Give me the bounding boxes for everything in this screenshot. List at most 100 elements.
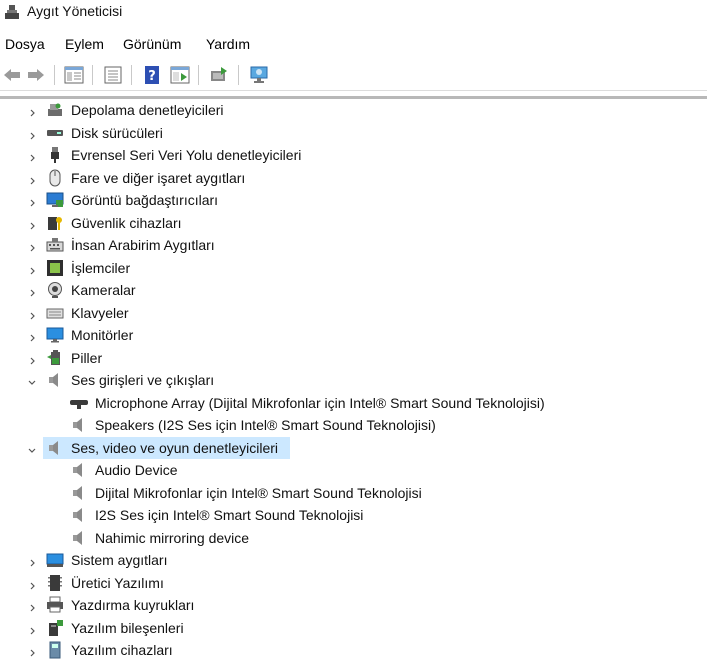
tree-item-label: Kameralar xyxy=(71,282,136,298)
speaker-icon xyxy=(46,371,64,389)
chevron-right-icon[interactable] xyxy=(28,285,38,297)
camera-icon xyxy=(46,281,64,299)
tree-item-cameras[interactable]: Kameralar xyxy=(0,279,707,301)
menu-help[interactable]: Yardım xyxy=(205,36,251,52)
chevron-right-icon[interactable] xyxy=(28,353,38,364)
tree-item-label: Sistem aygıtları xyxy=(71,552,168,568)
tree-item-label: Yazılım cihazları xyxy=(71,642,173,658)
tree-item-mice[interactable]: Fare ve diğer işaret aygıtları xyxy=(0,167,707,189)
speaker-icon xyxy=(70,529,88,547)
tree-item-label: Üretici Yazılımı xyxy=(71,574,164,591)
tree-item-processors[interactable]: İşlemciler xyxy=(0,257,707,279)
toolbar-separator xyxy=(131,65,132,85)
chevron-right-icon[interactable] xyxy=(28,218,38,229)
tree-item-display-adapters[interactable]: Görüntü bağdaştırıcıları xyxy=(0,189,707,211)
tree-item-firmware[interactable]: Üretici Yazılımı xyxy=(0,572,707,594)
speaker-icon xyxy=(70,461,88,479)
list-view-icon[interactable] xyxy=(101,63,125,87)
back-icon[interactable] xyxy=(0,63,24,87)
svg-text:?: ? xyxy=(148,69,156,84)
tree-item-print-queues[interactable]: Yazdırma kuyrukları xyxy=(0,594,707,616)
tree-item-label: Speakers (I2S Ses için Intel® Smart Soun… xyxy=(95,417,436,433)
tree-item-label: Fare ve diğer işaret aygıtları xyxy=(71,169,246,186)
battery-icon xyxy=(46,349,64,367)
mouse-icon xyxy=(46,169,64,187)
speaker-icon xyxy=(46,439,64,457)
storage-controller-icon xyxy=(46,101,64,119)
scan-hardware-icon[interactable] xyxy=(247,63,271,87)
toolbar-separator xyxy=(54,65,55,85)
tree-item-label: Audio Device xyxy=(95,462,178,478)
tree-item-label: Microphone Array (Dijital Mikrofonlar iç… xyxy=(95,394,545,411)
chevron-right-icon[interactable] xyxy=(28,330,38,342)
chevron-right-icon[interactable] xyxy=(28,578,38,589)
chevron-right-icon[interactable] xyxy=(28,623,38,634)
chevron-right-icon[interactable] xyxy=(28,195,38,207)
tree-item-batteries[interactable]: Piller xyxy=(0,347,707,369)
device-manager-icon xyxy=(4,4,20,20)
tree-item-label: İşlemciler xyxy=(71,259,131,276)
tree-item-label: Güvenlik cihazları xyxy=(71,214,182,231)
tree-item-keyboards[interactable]: Klavyeler xyxy=(0,302,707,324)
chevron-down-icon[interactable] xyxy=(27,375,37,385)
keyboard-icon xyxy=(46,304,64,322)
tree-item-hid[interactable]: İnsan Arabirim Aygıtları xyxy=(0,234,707,256)
tree-item-sound-video-game-controllers[interactable]: Ses, video ve oyun denetleyicileri xyxy=(0,436,707,459)
tree-item-label: Disk sürücüleri xyxy=(71,124,163,141)
show-hidden-icon[interactable] xyxy=(168,63,192,87)
system-device-icon xyxy=(46,551,64,569)
tree-item-speakers[interactable]: Speakers (I2S Ses için Intel® Smart Soun… xyxy=(0,414,707,436)
tree-item-digital-microphones[interactable]: Dijital Mikrofonlar için Intel® Smart So… xyxy=(0,482,707,504)
menu-file[interactable]: Dosya xyxy=(4,36,46,52)
hid-icon xyxy=(46,236,64,254)
tree-item-monitors[interactable]: Monitörler xyxy=(0,324,707,346)
tree-item-software-components[interactable]: Yazılım bileşenleri xyxy=(0,617,707,639)
help-icon[interactable]: ? xyxy=(140,63,164,87)
tree-item-audio-device[interactable]: Audio Device xyxy=(0,459,707,481)
software-device-icon xyxy=(46,641,64,659)
tree-item-security-devices[interactable]: Güvenlik cihazları xyxy=(0,212,707,234)
tree-item-label: Evrensel Seri Veri Yolu denetleyicileri xyxy=(71,147,302,163)
chevron-right-icon[interactable] xyxy=(28,555,38,567)
tree-item-storage-controllers[interactable]: Depolama denetleyicileri xyxy=(0,99,707,121)
chevron-right-icon[interactable] xyxy=(28,645,38,657)
tree-item-label: I2S Ses için Intel® Smart Sound Teknoloj… xyxy=(95,507,364,523)
toolbar: ? xyxy=(0,60,707,91)
properties-pane-icon[interactable] xyxy=(62,63,86,87)
toolbar-separator xyxy=(198,65,199,85)
tree-item-disk-drives[interactable]: Disk sürücüleri xyxy=(0,122,707,144)
menu-action[interactable]: Eylem xyxy=(64,36,105,52)
tree-item-label: Dijital Mikrofonlar için Intel® Smart So… xyxy=(95,484,422,501)
tree-item-label: Piller xyxy=(71,349,103,366)
chevron-right-icon[interactable] xyxy=(28,308,38,319)
speaker-icon xyxy=(70,484,88,502)
tree-item-microphone-array[interactable]: Microphone Array (Dijital Mikrofonlar iç… xyxy=(0,392,707,414)
menu-view[interactable]: Görünüm xyxy=(122,36,182,52)
firmware-icon xyxy=(46,574,64,592)
tree-item-system-devices[interactable]: Sistem aygıtları xyxy=(0,549,707,571)
tree-item-label: Yazdırma kuyrukları xyxy=(71,597,195,613)
tree-item-label: Görüntü bağdaştırıcıları xyxy=(71,192,219,208)
processor-icon xyxy=(46,259,64,277)
speaker-icon xyxy=(70,506,88,524)
printer-icon xyxy=(46,596,64,614)
chevron-right-icon[interactable] xyxy=(28,150,38,162)
chevron-right-icon[interactable] xyxy=(28,263,38,274)
tree-item-nahimic-mirroring[interactable]: Nahimic mirroring device xyxy=(0,527,707,549)
tree-item-label: Yazılım bileşenleri xyxy=(71,619,184,636)
tree-item-i2s-audio[interactable]: I2S Ses için Intel® Smart Sound Teknoloj… xyxy=(0,504,707,526)
microphone-array-icon xyxy=(70,394,88,412)
chevron-down-icon[interactable] xyxy=(27,443,37,453)
monitor-icon xyxy=(46,326,64,344)
tree-item-audio-inputs-outputs[interactable]: Ses girişleri ve çıkışları xyxy=(0,369,707,391)
tree-item-usb-controllers[interactable]: Evrensel Seri Veri Yolu denetleyicileri xyxy=(0,144,707,166)
forward-icon[interactable] xyxy=(24,63,48,87)
tree-item-software-devices[interactable]: Yazılım cihazları xyxy=(0,639,707,661)
chevron-right-icon[interactable] xyxy=(28,240,38,252)
tree-item-label: Ses girişleri ve çıkışları xyxy=(71,372,215,388)
update-driver-icon[interactable] xyxy=(207,63,231,87)
chevron-right-icon[interactable] xyxy=(28,173,38,184)
chevron-right-icon[interactable] xyxy=(28,600,38,612)
chevron-right-icon[interactable] xyxy=(28,128,38,139)
chevron-right-icon[interactable] xyxy=(28,105,38,117)
